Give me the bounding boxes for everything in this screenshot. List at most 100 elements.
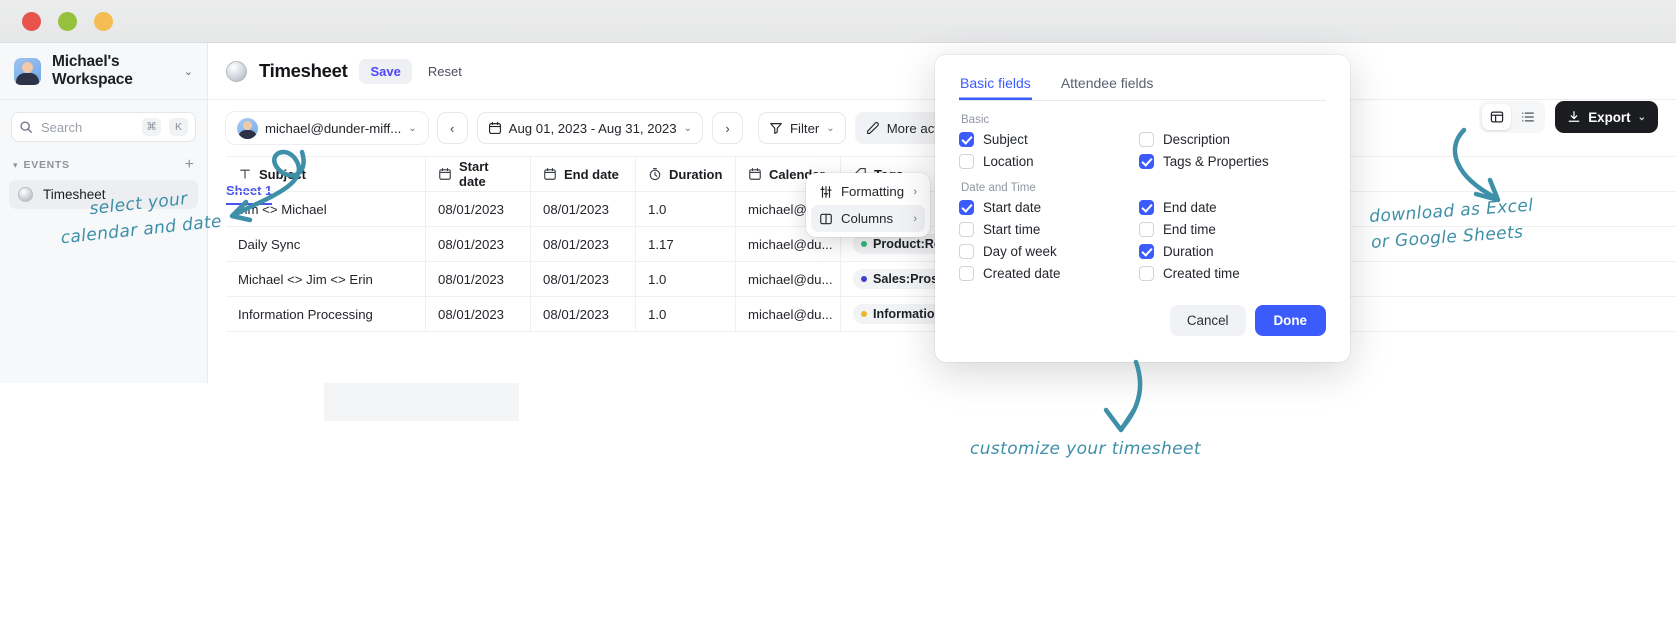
checkbox-row-description[interactable]: Description xyxy=(1139,132,1319,147)
column-header-subject[interactable]: Subject xyxy=(226,157,426,191)
cell-end-date: 08/01/2023 xyxy=(531,227,636,261)
tab-attendee-fields[interactable]: Attendee fields xyxy=(1060,71,1155,100)
checkbox-label: End date xyxy=(1163,200,1217,215)
sidebar-item-timesheet[interactable]: Timesheet xyxy=(9,180,198,209)
prev-period-button[interactable]: ‹ xyxy=(436,112,468,144)
menu-item-columns[interactable]: Columns › xyxy=(811,205,925,232)
chevron-down-icon: ⌄ xyxy=(683,122,692,134)
column-header-start-date[interactable]: Start date xyxy=(426,157,531,191)
cell-subject: Daily Sync xyxy=(226,227,426,261)
checkbox-duration[interactable] xyxy=(1139,244,1154,259)
globe-icon xyxy=(18,187,33,202)
export-button[interactable]: Export ⌄ xyxy=(1555,101,1658,133)
checkbox-label: Subject xyxy=(983,132,1028,147)
filter-button[interactable]: Filter ⌄ xyxy=(757,112,846,144)
checkbox-tags-properties[interactable] xyxy=(1139,154,1154,169)
column-label: Start date xyxy=(459,159,489,189)
checkbox-row-tags-properties[interactable]: Tags & Properties xyxy=(1139,154,1319,169)
download-icon xyxy=(1568,111,1580,122)
calendar-icon xyxy=(439,168,451,180)
checkbox-start-time[interactable] xyxy=(959,222,974,237)
cell-calendar: michael@du... xyxy=(736,297,841,331)
filter-icon xyxy=(770,123,782,134)
events-section-header[interactable]: ▾ EVENTS + xyxy=(0,156,207,174)
columns-icon xyxy=(820,213,832,224)
chevron-down-icon: ⌄ xyxy=(408,122,417,134)
checkbox-end-date[interactable] xyxy=(1139,200,1154,215)
calendar-icon xyxy=(488,121,501,134)
checkbox-label: Start time xyxy=(983,222,1041,237)
checkbox-location[interactable] xyxy=(959,154,974,169)
checkbox-label: Location xyxy=(983,154,1034,169)
date-time-fields-group: Start date End date Start time End time … xyxy=(959,200,1326,281)
checkbox-subject[interactable] xyxy=(959,132,974,147)
chevron-down-icon: ⌄ xyxy=(826,122,835,134)
account-selector[interactable]: michael@dunder-miff... ⌄ xyxy=(226,112,428,144)
window-titlebar xyxy=(0,0,1676,43)
cell-duration: 1.0 xyxy=(636,262,736,296)
add-event-button[interactable]: + xyxy=(185,157,194,173)
search-icon xyxy=(20,121,32,133)
checkbox-row-start-date[interactable]: Start date xyxy=(959,200,1139,215)
annotation-bottom: customize your timesheet xyxy=(970,439,1201,459)
zoom-window-button[interactable] xyxy=(94,12,113,31)
checkbox-start-date[interactable] xyxy=(959,200,974,215)
checkbox-day-of-week[interactable] xyxy=(959,244,974,259)
checkbox-label: Duration xyxy=(1163,244,1214,259)
checkbox-description[interactable] xyxy=(1139,132,1154,147)
column-label: End date xyxy=(564,166,619,182)
search-input[interactable]: Search ⌘ K xyxy=(11,112,196,142)
search-shortcut-mod: ⌘ xyxy=(142,118,161,136)
avatar xyxy=(237,117,258,139)
checkbox-created-time[interactable] xyxy=(1139,266,1154,281)
filter-label: Filter xyxy=(789,120,820,136)
checkbox-created-date[interactable] xyxy=(959,266,974,281)
workspace-switcher[interactable]: Michael's Workspace ⌄ xyxy=(0,43,207,100)
checkbox-row-subject[interactable]: Subject xyxy=(959,132,1139,147)
checkbox-row-end-time[interactable]: End time xyxy=(1139,222,1319,237)
checkbox-row-day-of-week[interactable]: Day of week xyxy=(959,244,1139,259)
checkbox-row-end-date[interactable]: End date xyxy=(1139,200,1319,215)
checkbox-row-created-time[interactable]: Created time xyxy=(1139,266,1319,281)
cancel-button[interactable]: Cancel xyxy=(1169,305,1246,336)
checkbox-row-created-date[interactable]: Created date xyxy=(959,266,1139,281)
basic-fields-group: Subject Description Location Tags & Prop… xyxy=(959,132,1326,169)
calendar-icon xyxy=(544,168,556,180)
reset-button[interactable]: Reset xyxy=(424,59,466,84)
list-view-button[interactable] xyxy=(1513,104,1542,130)
column-header-end-date[interactable]: End date xyxy=(531,157,636,191)
checkbox-label: End time xyxy=(1163,222,1216,237)
grid-view-button[interactable] xyxy=(1482,104,1512,130)
chevron-down-icon: ⌄ xyxy=(1637,111,1646,123)
close-window-button[interactable] xyxy=(22,12,41,31)
cell-end-date: 08/01/2023 xyxy=(531,297,636,331)
column-label: Duration xyxy=(669,166,723,182)
save-button[interactable]: Save xyxy=(359,58,412,84)
cell-calendar: michael@du... xyxy=(736,262,841,296)
next-period-button[interactable]: › xyxy=(711,112,743,144)
cell-end-date: 08/01/2023 xyxy=(531,192,636,226)
search-placeholder: Search xyxy=(41,119,83,135)
minimize-window-button[interactable] xyxy=(58,12,77,31)
checkbox-end-time[interactable] xyxy=(1139,222,1154,237)
checkbox-row-duration[interactable]: Duration xyxy=(1139,244,1319,259)
events-section-title: EVENTS xyxy=(23,159,70,171)
sliders-icon xyxy=(820,185,832,198)
text-icon xyxy=(240,169,250,179)
cell-subject: Information Processing xyxy=(226,297,426,331)
column-label: Subject xyxy=(259,166,306,182)
done-button[interactable]: Done xyxy=(1254,305,1326,336)
search-shortcut-key: K xyxy=(169,118,188,136)
menu-item-formatting[interactable]: Formatting › xyxy=(811,178,925,205)
column-header-duration[interactable]: Duration xyxy=(636,157,736,191)
chevron-right-icon: › xyxy=(913,212,917,225)
group-label-basic: Basic xyxy=(961,114,990,126)
tab-basic-fields[interactable]: Basic fields xyxy=(959,71,1032,100)
checkbox-row-location[interactable]: Location xyxy=(959,154,1139,169)
checkbox-row-start-time[interactable]: Start time xyxy=(959,222,1139,237)
chevron-right-icon: › xyxy=(913,185,917,198)
cell-end-date: 08/01/2023 xyxy=(531,262,636,296)
date-range-selector[interactable]: Aug 01, 2023 - Aug 31, 2023 ⌄ xyxy=(476,112,703,144)
checkbox-label: Tags & Properties xyxy=(1163,154,1269,169)
menu-item-label: Formatting xyxy=(841,184,905,199)
